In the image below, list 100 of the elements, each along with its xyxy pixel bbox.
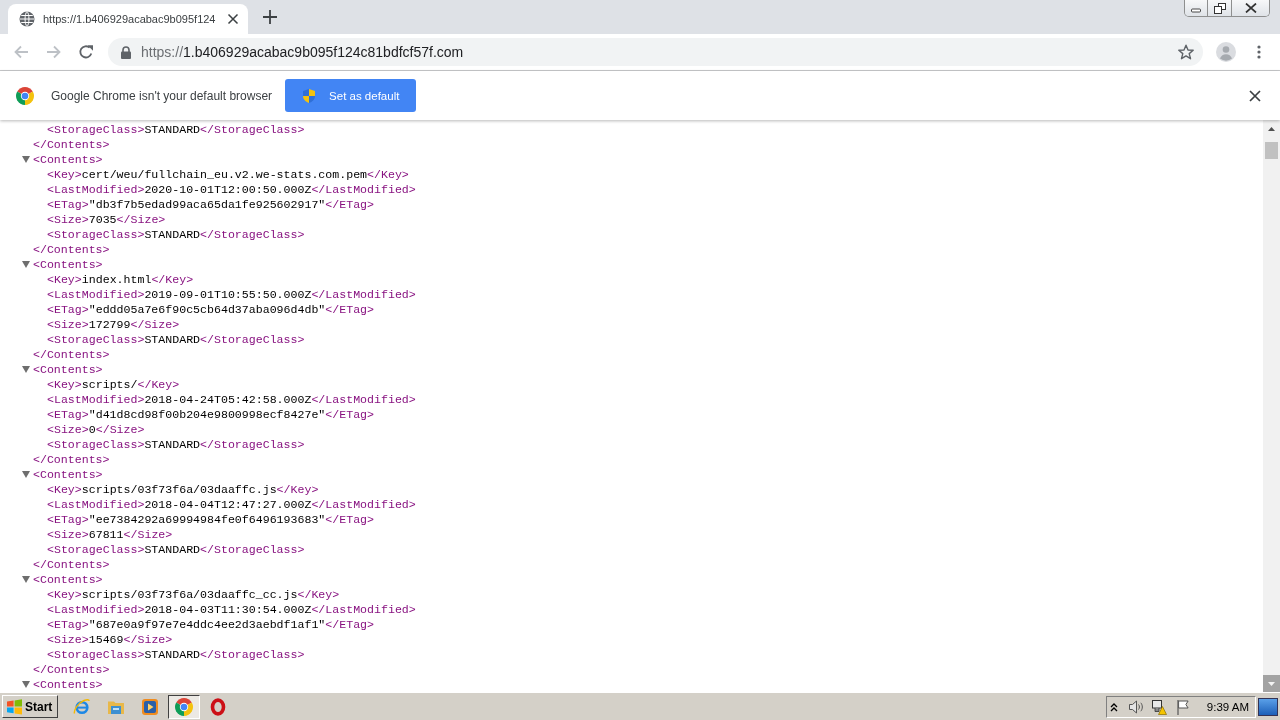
disclosure-triangle-icon[interactable] <box>22 156 30 163</box>
xml-tag: </Size> <box>123 528 173 541</box>
xml-value: 2018-04-03T11:30:54.000Z <box>144 603 312 616</box>
xml-tag: </StorageClass> <box>200 438 305 451</box>
xml-tag: <StorageClass> <box>47 333 145 346</box>
xml-tag: <StorageClass> <box>47 438 145 451</box>
star-icon[interactable] <box>1178 44 1194 60</box>
xml-tag: <Key> <box>47 168 82 181</box>
xml-tag: </LastModified> <box>311 498 416 511</box>
xml-tag: </StorageClass> <box>200 333 305 346</box>
xml-tag: <LastModified> <box>47 183 145 196</box>
xml-tag: <LastModified> <box>47 603 145 616</box>
xml-value: 0 <box>88 423 96 436</box>
xml-value: "db3f7b5edad99aca65da1fe925602917" <box>88 198 326 211</box>
restore-button[interactable] <box>1208 0 1232 16</box>
xml-value: cert/weu/fullchain_eu.v2.we-stats.com.pem <box>81 168 368 181</box>
close-icon[interactable] <box>1249 89 1261 102</box>
xml-tag: <Contents> <box>33 153 103 166</box>
url-text: https://1.b406929acabac9b095f124c81bdfcf57f.com <box>141 44 464 60</box>
xml-tag: <ETag> <box>47 513 89 526</box>
xml-value: scripts/03f73f6a/03daaffc_cc.js <box>81 588 298 601</box>
reload-icon[interactable] <box>78 44 94 60</box>
close-window-button[interactable] <box>1232 0 1269 16</box>
taskbar-button[interactable] <box>168 694 201 719</box>
address-field[interactable]: https://1.b406929acabac9b095f124c81bdfcf57f.com <box>108 38 1203 66</box>
xml-value: STANDARD <box>144 438 201 451</box>
disclosure-triangle-icon[interactable] <box>22 366 30 373</box>
menu-icon[interactable] <box>1257 45 1261 59</box>
xml-tag: </ETag> <box>325 408 374 421</box>
round-logo-icon <box>16 86 34 105</box>
xml-tag: <ETag> <box>47 618 89 631</box>
chevron-up-icon[interactable] <box>1109 701 1118 712</box>
scroll-thumb[interactable] <box>1265 142 1278 159</box>
close-icon <box>1244 3 1257 13</box>
xml-value: "eddd05a7e6f90c5cb64d37aba096d4db" <box>88 303 326 316</box>
xml-value: "687e0a9f97e7e4ddc4ee2d3aebdf1af1" <box>88 618 326 631</box>
xml-tag: </Contents> <box>33 663 110 676</box>
xml-tag: <StorageClass> <box>47 228 145 241</box>
taskbar-button[interactable] <box>140 696 161 717</box>
xml-value: STANDARD <box>144 333 201 346</box>
xml-tag: </StorageClass> <box>200 648 305 661</box>
xml-tag: </Size> <box>130 318 180 331</box>
round-logo-icon <box>175 697 194 716</box>
show-desktop-button[interactable] <box>1258 697 1278 716</box>
xml-tag: </StorageClass> <box>200 123 305 136</box>
xml-tag: </Contents> <box>33 453 110 466</box>
xml-tag: </LastModified> <box>311 393 416 406</box>
xml-value: STANDARD <box>144 123 201 136</box>
xml-tag: </Contents> <box>33 348 110 361</box>
xml-tag: <LastModified> <box>47 498 145 511</box>
clock-text: 9:39 AM <box>1206 700 1249 713</box>
plus-icon[interactable] <box>263 10 277 24</box>
infobar-message: Google Chrome isn't your default browser <box>51 88 273 103</box>
network-warning-icon[interactable] <box>1150 698 1167 715</box>
xml-tag: <Size> <box>47 318 89 331</box>
xml-tag: </Size> <box>116 213 166 226</box>
xml-tag: <StorageClass> <box>47 543 145 556</box>
arrow-down-icon <box>1268 681 1275 686</box>
xml-value: "d41d8cd98f00b204e9800998ecf8427e" <box>88 408 326 421</box>
close-icon[interactable] <box>226 12 240 26</box>
xml-tag: <Contents> <box>33 468 103 481</box>
xml-tag: </ETag> <box>325 198 374 211</box>
disclosure-triangle-icon[interactable] <box>22 681 30 688</box>
speaker-icon[interactable] <box>1127 698 1144 715</box>
xml-value: "ee7384292a69994984fe0f6496193683" <box>88 513 326 526</box>
set-default-button[interactable]: Set as default <box>285 79 417 112</box>
xml-tag: <StorageClass> <box>47 648 145 661</box>
xml-tag: <Key> <box>47 483 82 496</box>
browser-tab[interactable]: https://1.b406929acabac9b095f124 <box>8 4 248 34</box>
xml-tag: </Key> <box>151 273 194 286</box>
xml-tag: <Key> <box>47 588 82 601</box>
xml-tag: <Contents> <box>33 573 103 586</box>
xml-tag: </Key> <box>137 378 180 391</box>
xml-tag: </StorageClass> <box>200 228 305 241</box>
disclosure-triangle-icon[interactable] <box>22 471 30 478</box>
xml-tag: <Size> <box>47 633 89 646</box>
xml-tag: <LastModified> <box>47 288 145 301</box>
restore-icon <box>1213 2 1226 14</box>
xml-tag: <LastModified> <box>47 393 145 406</box>
xml-tag: <ETag> <box>47 198 89 211</box>
start-button[interactable]: Start <box>2 695 59 718</box>
xml-tag: <Key> <box>47 378 82 391</box>
flag-icon[interactable] <box>1174 698 1191 715</box>
xml-tag: <Contents> <box>33 258 103 271</box>
xml-tag: </ETag> <box>325 513 374 526</box>
xml-tag: </Size> <box>95 423 145 436</box>
xml-value: 2018-04-04T12:47:27.000Z <box>144 498 312 511</box>
arrow-up-icon <box>1268 126 1275 131</box>
disclosure-triangle-icon[interactable] <box>22 261 30 268</box>
xml-tag: <ETag> <box>47 408 89 421</box>
lock-icon <box>120 45 132 59</box>
disclosure-triangle-icon[interactable] <box>22 576 30 583</box>
xml-tag: </Contents> <box>33 558 110 571</box>
xml-value: STANDARD <box>144 228 201 241</box>
xml-tag: <Key> <box>47 273 82 286</box>
xml-tag: </ETag> <box>325 618 374 631</box>
xml-value: 2019-09-01T10:55:50.000Z <box>144 288 312 301</box>
xml-tag: </Size> <box>123 633 173 646</box>
xml-tag: <Contents> <box>33 678 103 691</box>
xml-value: scripts/ <box>81 378 138 391</box>
